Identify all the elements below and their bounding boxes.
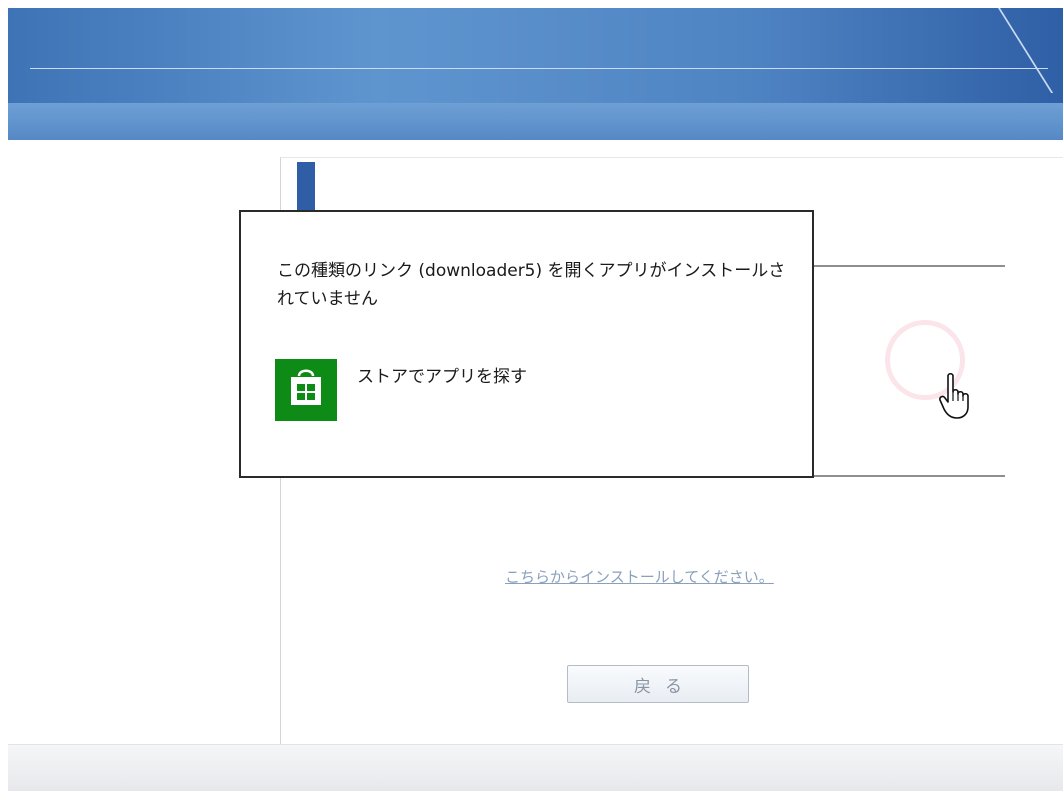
back-button[interactable]: 戻る — [567, 665, 749, 703]
store-option-label: ストアでアプリを探す — [357, 367, 527, 387]
header-banner — [8, 8, 1063, 103]
footer-bar — [8, 744, 1063, 791]
content-divider-top — [813, 265, 1005, 267]
section-accent — [297, 162, 315, 212]
find-app-in-store-option[interactable]: ストアでアプリを探す — [275, 359, 555, 425]
navigation-bar — [8, 103, 1063, 140]
install-link[interactable]: こちらからインストールしてください。 — [505, 566, 825, 587]
header-slant-line — [998, 8, 1054, 93]
dialog-message: この種類のリンク (downloader5) を開くアプリがインストールされてい… — [277, 261, 786, 309]
windows-store-icon — [275, 359, 337, 421]
content-divider-bottom — [813, 475, 1005, 477]
hand-pointer-icon — [938, 372, 976, 420]
app-not-found-dialog: この種類のリンク (downloader5) を開くアプリがインストールされてい… — [239, 210, 814, 478]
header-divider — [30, 68, 1048, 69]
